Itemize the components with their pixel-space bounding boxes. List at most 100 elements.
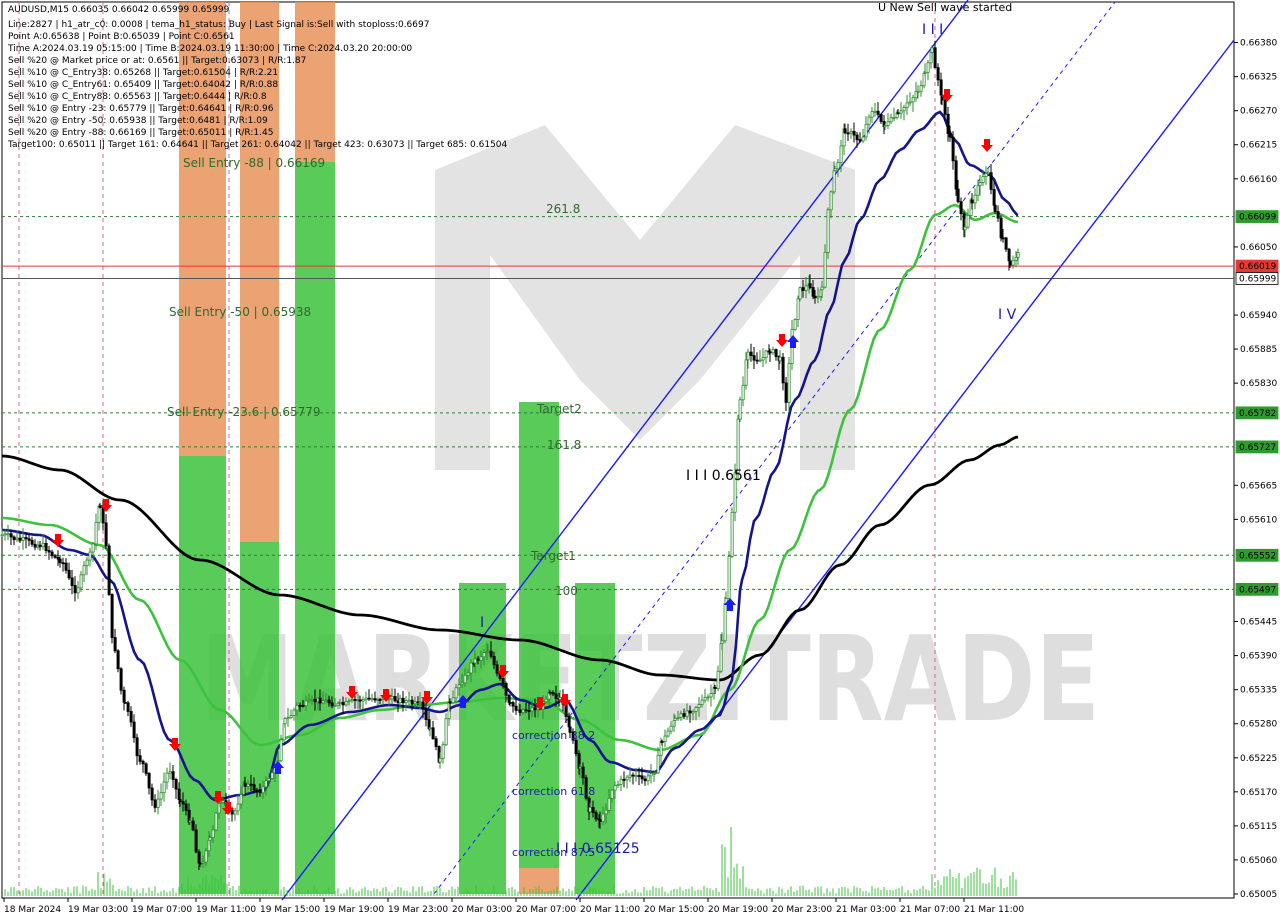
candle-body	[350, 699, 354, 702]
level-price-label: 0.66099	[1239, 213, 1276, 223]
candle-body	[514, 705, 518, 711]
candle-body	[755, 359, 759, 362]
candle-body	[289, 715, 293, 718]
candle-body	[616, 783, 620, 786]
candle-body	[191, 820, 195, 831]
candle-body	[908, 101, 912, 104]
candle-body	[613, 785, 617, 791]
zone-label: 261.8	[546, 202, 580, 216]
y-tick-label: 0.65445	[1240, 618, 1277, 628]
candle-body	[676, 717, 680, 719]
candle-body	[466, 672, 470, 676]
zone-label: Target1	[530, 549, 576, 563]
candle-body	[138, 755, 142, 762]
candle-body	[578, 766, 582, 769]
candle-body	[249, 783, 253, 786]
candle-body	[168, 771, 172, 774]
candle-body	[313, 698, 317, 703]
level-price-label: 0.66019	[1239, 262, 1276, 272]
candle-body	[233, 810, 237, 815]
candle-body	[434, 738, 438, 747]
candle-body	[463, 674, 467, 684]
candle-body	[97, 505, 101, 523]
candle-body	[67, 569, 71, 579]
candle-body	[804, 285, 808, 291]
candle-body	[460, 682, 464, 686]
candle-body	[129, 711, 133, 723]
candle-body	[861, 136, 865, 142]
candle-body	[653, 772, 657, 775]
candle-body	[981, 176, 985, 184]
wave-label: I I I 0.6561	[686, 468, 761, 484]
x-tick-label: 20 Mar 07:00	[516, 905, 576, 915]
candle-body	[943, 99, 947, 115]
x-tick-label: 20 Mar 15:00	[644, 905, 704, 915]
candle-body	[418, 701, 422, 704]
candle-body	[1004, 237, 1008, 250]
candle-body	[421, 701, 425, 710]
candle-body	[601, 813, 605, 822]
info-line: Line:2827 | h1_atr_c0: 0.0008 | tema_h1_…	[8, 20, 429, 30]
candle-body	[286, 717, 290, 719]
candle-body	[524, 709, 528, 712]
x-tick-label: 21 Mar 11:00	[964, 905, 1024, 915]
candle-body	[637, 775, 641, 777]
candle-body	[709, 693, 713, 698]
candle-body	[404, 700, 408, 704]
candle-body	[361, 699, 365, 702]
y-tick-label: 0.65005	[1240, 890, 1277, 900]
candle-body	[548, 691, 552, 694]
candle-body	[153, 799, 157, 808]
candle-body	[749, 351, 753, 357]
candle-body	[816, 295, 820, 299]
zone-label: correction 38.2	[512, 729, 595, 742]
wave-label: U New Sell wave started	[878, 1, 1012, 14]
candle-body	[341, 701, 345, 706]
info-line: Sell %10 @ C_Entry38: 0.65268 || Target:…	[8, 68, 278, 78]
candle-body	[973, 194, 977, 204]
candle-body	[720, 640, 724, 645]
x-tick-label: 19 Mar 03:00	[68, 905, 128, 915]
candle-body	[431, 727, 435, 740]
x-axis: 18 Mar 2024 19 Mar 03:00 19 Mar 07:00 19 Ma…	[3, 898, 1024, 915]
candle-body	[826, 209, 830, 253]
candle-body	[33, 543, 37, 548]
candle-body	[873, 110, 877, 113]
candle-body	[301, 705, 305, 707]
candle-body	[855, 134, 859, 141]
info-line: Sell %20 @ Market price or at: 0.6561 ||…	[8, 56, 306, 66]
candle-body	[666, 730, 670, 737]
candle-body	[999, 217, 1003, 239]
candle-body	[768, 351, 772, 354]
candle-body	[110, 594, 114, 638]
candle-body	[646, 775, 650, 782]
candle-body	[126, 702, 130, 712]
candle-body	[367, 697, 371, 700]
info-line: Time A:2024.03.19 05:15:00 | Time B:2024…	[7, 44, 412, 54]
candle-body	[716, 670, 720, 689]
candle-body	[76, 587, 80, 594]
y-tick-label: 0.66380	[1240, 39, 1277, 49]
candle-body	[482, 652, 486, 658]
ohlc-header: AUDUSD,M15 0.66035 0.66042 0.65999 0.659…	[8, 5, 230, 15]
candle-body	[214, 812, 218, 831]
candle-body	[50, 551, 54, 557]
candle-body	[673, 718, 677, 721]
candle-body	[18, 537, 22, 541]
candle-body	[811, 287, 815, 297]
candle-body	[428, 727, 432, 730]
y-tick-label: 0.65665	[1240, 481, 1277, 491]
info-line: Sell %10 @ C_Entry88: 0.65563 || Target:…	[8, 92, 267, 102]
candle-body	[761, 357, 765, 361]
green-zone-1	[179, 456, 226, 894]
candle-body	[236, 803, 240, 812]
price-chart[interactable]: MARKETZITRADE 0.660990.660190.659990.657…	[0, 0, 1280, 920]
candle-body	[956, 188, 960, 203]
candle-body	[697, 704, 701, 708]
candle-body	[21, 537, 25, 541]
candle-body	[939, 79, 943, 96]
candle-body	[858, 139, 862, 142]
candle-body	[413, 701, 417, 705]
zone-label: Sell Entry -50 | 0.65938	[169, 305, 311, 319]
candle-body	[619, 778, 623, 785]
